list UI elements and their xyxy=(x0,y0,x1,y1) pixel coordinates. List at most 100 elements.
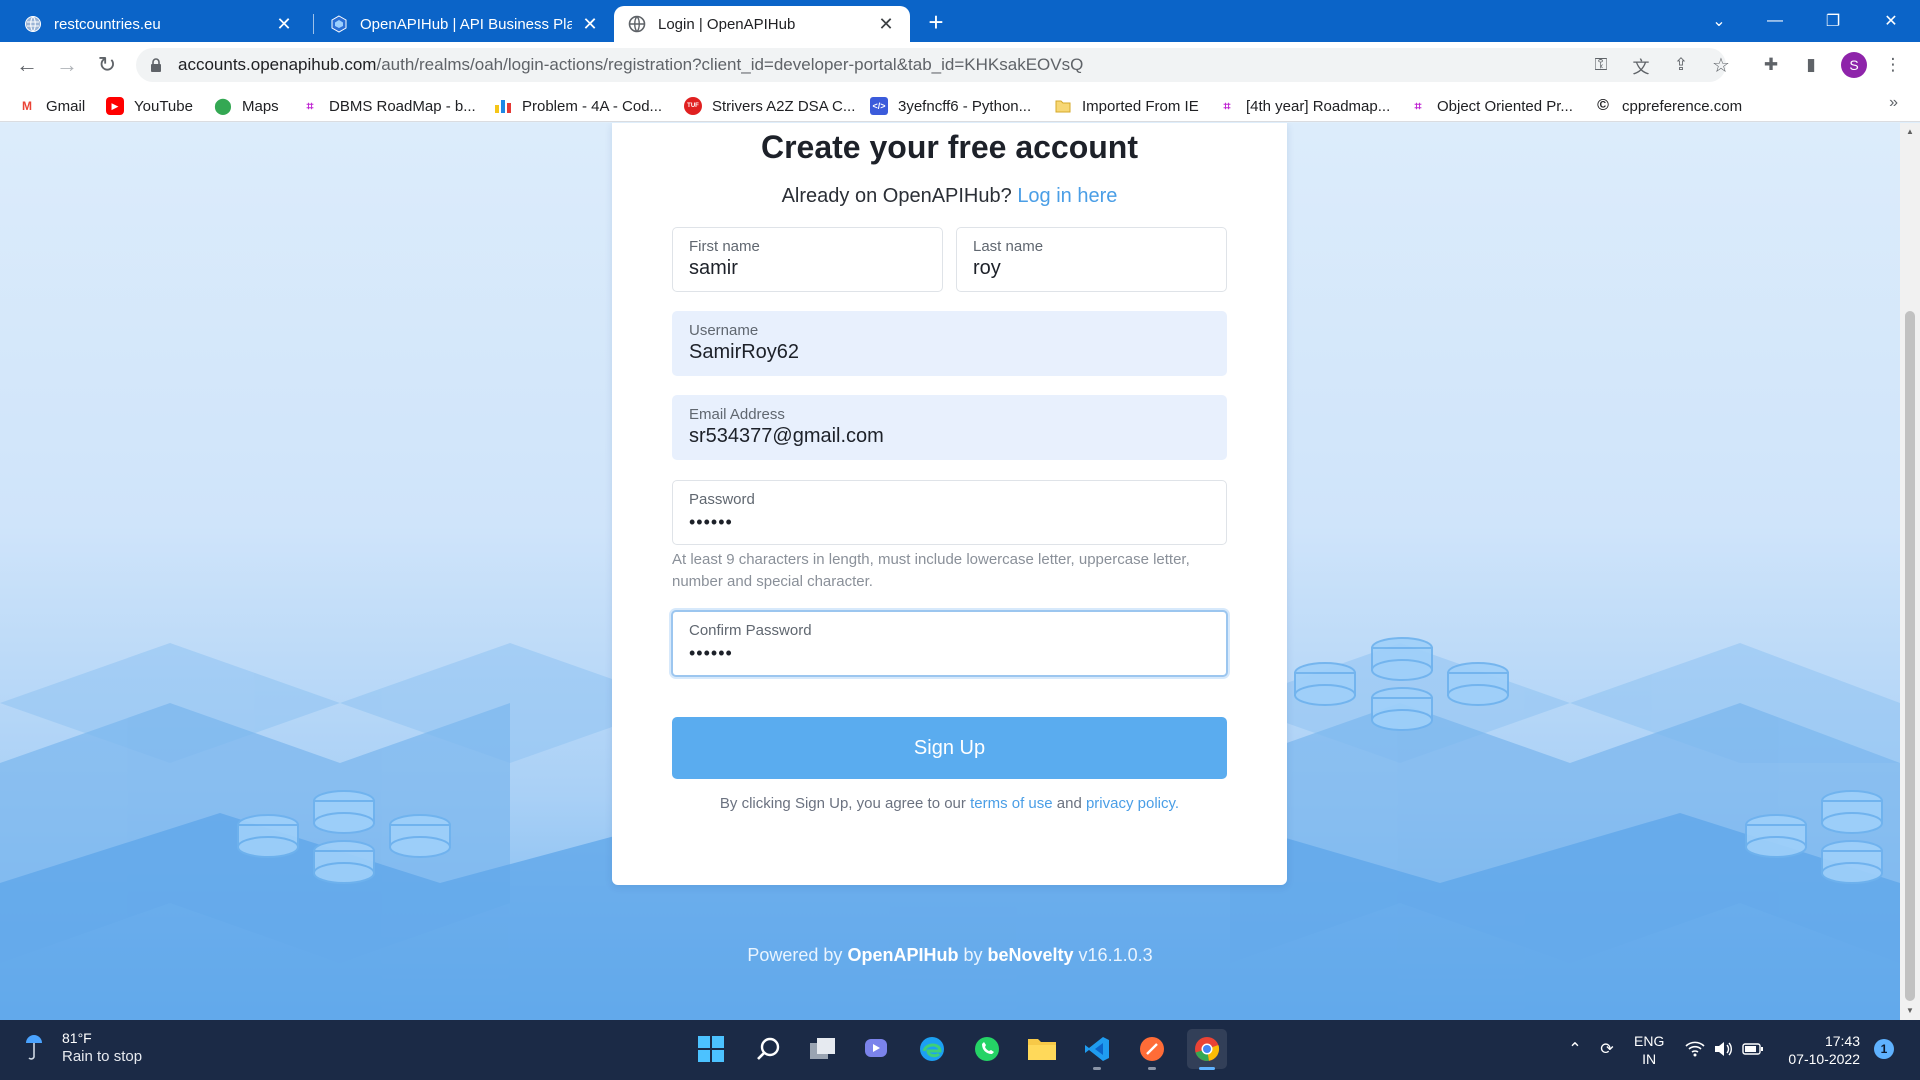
edge-icon xyxy=(920,1037,944,1061)
key-icon[interactable]: ⚿ xyxy=(1586,50,1616,80)
running-indicator xyxy=(1199,1067,1215,1070)
minimize-icon[interactable]: — xyxy=(1750,0,1800,42)
menu-icon[interactable]: ⋮ xyxy=(1878,50,1908,80)
tab-login-openapihub[interactable]: Login | OpenAPIHub ✕ xyxy=(614,6,910,42)
close-tab-icon[interactable]: ✕ xyxy=(580,14,600,34)
side-panel-icon[interactable]: ▮ xyxy=(1796,50,1826,80)
username-label: Username xyxy=(689,322,759,339)
bookmark-maps[interactable]: ⬤ Maps xyxy=(214,95,279,117)
windows-taskbar: 81°F Rain to stop ⌃ ⟳ ENG IN 17:43 07-10… xyxy=(0,1020,1920,1080)
share-icon[interactable]: ⇪ xyxy=(1666,50,1696,80)
show-hidden-icons-icon[interactable]: ⌃ xyxy=(1564,1038,1586,1060)
teams-chat-icon xyxy=(865,1039,887,1057)
close-tab-icon[interactable]: ✕ xyxy=(274,14,294,34)
bookmark-label: Gmail xyxy=(46,97,86,115)
scroll-up-icon[interactable]: ▲ xyxy=(1905,127,1915,137)
first-name-field[interactable]: First name samir xyxy=(672,227,943,292)
sign-up-button[interactable]: Sign Up xyxy=(672,717,1227,779)
scrollbar-thumb[interactable] xyxy=(1905,311,1915,1001)
extensions-icon[interactable]: ✚ xyxy=(1756,50,1786,80)
username-field[interactable]: Username SamirRoy62 xyxy=(672,311,1227,376)
close-window-icon[interactable]: ✕ xyxy=(1866,0,1916,42)
notification-badge[interactable]: 1 xyxy=(1874,1039,1894,1059)
bookmarks-overflow-icon[interactable]: » xyxy=(1889,94,1898,112)
bookmark-oop[interactable]: ⌗ Object Oriented Pr... xyxy=(1409,95,1573,117)
lock-icon[interactable] xyxy=(150,58,162,72)
taskbar-teams[interactable] xyxy=(857,1029,897,1069)
folder-icon xyxy=(1054,97,1072,115)
last-name-input[interactable]: roy xyxy=(973,257,1210,280)
bookmark-4th-year-roadmap[interactable]: ⌗ [4th year] Roadmap... xyxy=(1218,95,1391,117)
reload-icon[interactable]: ↻ xyxy=(92,50,122,80)
bookmark-label: [4th year] Roadmap... xyxy=(1246,97,1391,115)
privacy-policy-link[interactable]: privacy policy. xyxy=(1086,795,1179,812)
confirm-password-label: Confirm Password xyxy=(689,622,812,639)
footer-brand[interactable]: OpenAPIHub xyxy=(847,945,958,965)
page-scrollbar[interactable]: ▲ ▼ xyxy=(1900,123,1920,1020)
new-tab-icon[interactable]: + xyxy=(922,7,950,37)
taskbar-chrome[interactable] xyxy=(1187,1029,1227,1070)
bookmark-python[interactable]: </> 3yefncff6 - Python... xyxy=(870,95,1031,117)
codeforces-icon xyxy=(494,97,512,115)
email-field[interactable]: Email Address sr534377@gmail.com xyxy=(672,395,1227,460)
restore-icon[interactable]: ❐ xyxy=(1808,0,1858,42)
taskbar-search[interactable] xyxy=(748,1029,788,1069)
tab-title: restcountries.eu xyxy=(54,15,161,33)
chrome-icon xyxy=(1195,1037,1220,1061)
address-bar[interactable]: accounts.openapihub.com/auth/realms/oah/… xyxy=(136,48,1726,82)
sync-icon[interactable]: ⟳ xyxy=(1596,1038,1618,1060)
taskbar-task-view[interactable] xyxy=(803,1029,843,1069)
start-button[interactable] xyxy=(691,1029,731,1069)
bookmark-youtube[interactable]: ▶ YouTube xyxy=(106,95,193,117)
taskbar-postman[interactable] xyxy=(1132,1029,1172,1070)
postman-icon xyxy=(1140,1037,1164,1061)
tab-title: Login | OpenAPIHub xyxy=(658,15,796,33)
taskbar-edge[interactable] xyxy=(912,1029,952,1069)
taskbar-file-explorer[interactable] xyxy=(1022,1029,1062,1069)
footer-company[interactable]: beNovelty xyxy=(988,945,1074,965)
confirm-password-field[interactable]: Confirm Password •••••• xyxy=(671,610,1228,677)
clock[interactable]: 17:43 07-10-2022 xyxy=(1780,1032,1860,1068)
taskbar-vscode[interactable] xyxy=(1077,1029,1117,1070)
bookmarks-bar: M Gmail ▶ YouTube ⬤ Maps ⌗ DBMS RoadMap … xyxy=(0,88,1920,122)
email-input[interactable]: sr534377@gmail.com xyxy=(689,425,1210,448)
terms-of-use-link[interactable]: terms of use xyxy=(970,795,1053,812)
battery-icon[interactable] xyxy=(1742,1038,1764,1060)
profile-avatar[interactable]: S xyxy=(1841,52,1867,78)
bookmark-imported-folder[interactable]: Imported From IE xyxy=(1054,95,1199,117)
running-indicator xyxy=(1148,1067,1156,1070)
last-name-label: Last name xyxy=(973,238,1044,255)
bookmark-codeforces[interactable]: Problem - 4A - Cod... xyxy=(494,95,662,117)
tab-search-icon[interactable]: ⌄ xyxy=(1694,0,1744,42)
bookmark-strivers[interactable]: TUF Strivers A2Z DSA C... xyxy=(684,95,855,117)
first-name-input[interactable]: samir xyxy=(689,257,926,280)
password-field[interactable]: Password •••••• xyxy=(672,480,1227,545)
forward-icon[interactable]: → xyxy=(52,50,82,80)
password-input[interactable]: •••••• xyxy=(689,512,1210,533)
powered-by-text: Powered by xyxy=(747,945,843,965)
bookmark-gmail[interactable]: M Gmail xyxy=(18,95,85,117)
bookmark-label: Object Oriented Pr... xyxy=(1437,97,1573,115)
weather-widget[interactable]: 81°F Rain to stop xyxy=(24,1030,142,1065)
back-icon[interactable]: ← xyxy=(12,50,42,80)
taskbar-whatsapp[interactable] xyxy=(967,1029,1007,1069)
last-name-field[interactable]: Last name roy xyxy=(956,227,1227,292)
confirm-password-input[interactable]: •••••• xyxy=(689,643,1210,664)
bookmark-dbms-roadmap[interactable]: ⌗ DBMS RoadMap - b... xyxy=(301,95,476,117)
close-tab-icon[interactable]: ✕ xyxy=(876,14,896,34)
bookmark-star-icon[interactable]: ☆ xyxy=(1706,50,1736,80)
language-indicator[interactable]: ENG IN xyxy=(1634,1032,1664,1068)
tab-openapihub-platform[interactable]: OpenAPIHub | API Business Platform ✕ xyxy=(316,6,614,42)
bookmark-cppreference[interactable]: © cppreference.com xyxy=(1594,95,1742,117)
wifi-icon[interactable] xyxy=(1684,1038,1706,1060)
region-code: IN xyxy=(1642,1051,1657,1067)
scroll-down-icon[interactable]: ▼ xyxy=(1905,1006,1915,1016)
translate-icon[interactable]: 文 xyxy=(1626,50,1656,80)
youtube-icon: ▶ xyxy=(106,97,124,115)
username-input[interactable]: SamirRoy62 xyxy=(689,341,1210,364)
page-title: Create your free account xyxy=(760,129,1138,165)
volume-icon[interactable] xyxy=(1712,1038,1734,1060)
login-link[interactable]: Log in here xyxy=(1017,185,1117,207)
tab-restcountries[interactable]: restcountries.eu ✕ xyxy=(10,6,308,42)
terms-notice: By clicking Sign Up, you agree to our te… xyxy=(612,795,1287,812)
